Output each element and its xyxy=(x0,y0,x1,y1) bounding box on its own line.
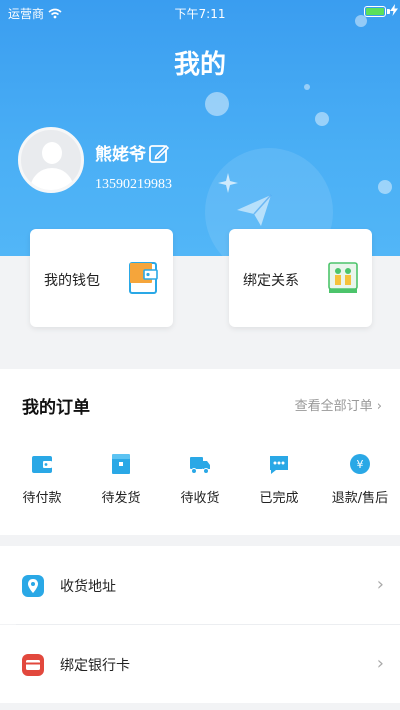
decorative-bubble xyxy=(205,92,229,116)
shipping-address-label: 收货地址 xyxy=(60,579,116,595)
location-icon xyxy=(22,575,44,597)
orders-title: 我的订单 xyxy=(22,398,90,418)
chevron-right-icon: › xyxy=(376,399,382,414)
username: 熊姥爷 xyxy=(95,145,146,165)
decorative-bubble xyxy=(315,112,329,126)
binding-icon xyxy=(328,262,358,293)
paper-plane-icon xyxy=(237,194,272,226)
completed-icon xyxy=(270,456,288,474)
status-time: 下午7:11 xyxy=(174,7,226,21)
bank-card-icon xyxy=(22,654,44,676)
avatar-image xyxy=(18,127,84,193)
binding-card[interactable]: 绑定关系 xyxy=(229,229,372,327)
battery-icon xyxy=(364,6,386,17)
bind-bank-card-label: 绑定银行卡 xyxy=(60,658,130,674)
order-status-label: 已完成 xyxy=(259,491,299,506)
order-status-pending-shipment[interactable]: 待发货 xyxy=(86,453,156,506)
bind-bank-card-row[interactable]: 绑定银行卡 › xyxy=(0,625,400,703)
wallet-card-label: 我的钱包 xyxy=(44,273,100,289)
pending-receipt-icon xyxy=(190,457,210,474)
order-status-pending-payment[interactable]: 待付款 xyxy=(7,453,77,506)
shipping-address-row[interactable]: 收货地址 › xyxy=(0,546,400,624)
view-all-orders-link[interactable]: 查看全部订单 › xyxy=(295,395,382,414)
svg-text:¥: ¥ xyxy=(357,458,364,471)
order-status-label: 待收货 xyxy=(180,491,220,506)
order-status-refund[interactable]: ¥ 退款/售后 xyxy=(325,453,395,506)
order-status-pending-receipt[interactable]: 待收货 xyxy=(165,453,235,506)
decorative-bubble xyxy=(304,84,310,90)
avatar[interactable] xyxy=(18,125,84,213)
pending-payment-icon xyxy=(32,456,52,473)
wallet-card[interactable]: 我的钱包 xyxy=(30,229,173,327)
charging-icon xyxy=(390,4,398,16)
chevron-right-icon: › xyxy=(376,574,384,595)
page-title: 我的 xyxy=(173,50,226,80)
refund-icon: ¥ xyxy=(350,454,370,474)
decorative-bubble xyxy=(378,180,392,194)
order-status-completed[interactable]: 已完成 xyxy=(244,453,314,506)
order-status-label: 退款/售后 xyxy=(331,491,389,506)
edit-icon[interactable] xyxy=(148,143,170,165)
order-status-label: 待付款 xyxy=(22,491,62,506)
status-bar: 运营商 下午7:11 xyxy=(0,0,400,24)
orders-section: 我的订单 查看全部订单 › 待付款 待发货 待收货 已完成 ¥ 退款/售后 xyxy=(0,369,400,535)
profile-header: 运营商 下午7:11 我的 熊姥爷 13590219983 xyxy=(0,0,400,256)
chevron-right-icon: › xyxy=(376,653,384,674)
pending-shipment-icon xyxy=(112,454,130,474)
view-all-orders-label: 查看全部订单 xyxy=(294,399,373,414)
phone-number: 13590219983 xyxy=(95,177,172,192)
binding-card-label: 绑定关系 xyxy=(243,273,299,289)
order-status-label: 待发货 xyxy=(101,491,141,506)
wallet-icon xyxy=(129,262,158,294)
